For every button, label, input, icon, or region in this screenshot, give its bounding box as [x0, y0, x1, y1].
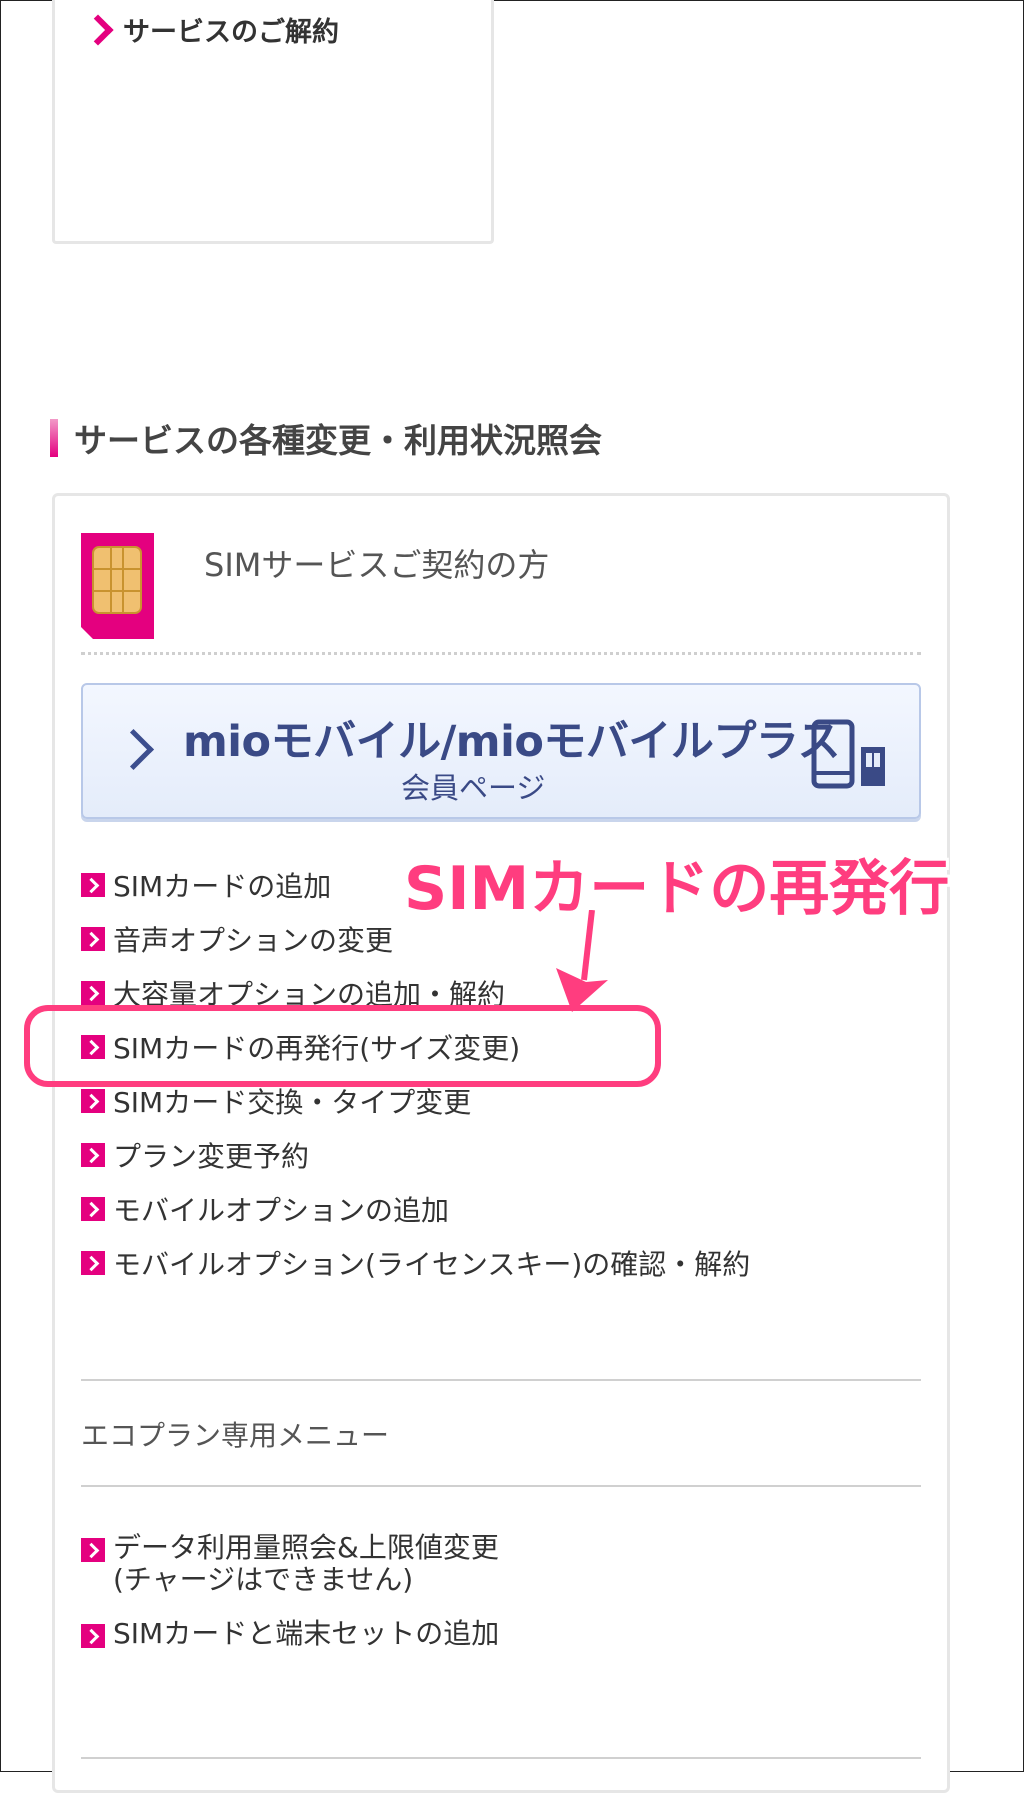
dotted-divider [81, 652, 921, 655]
eco-link-label: SIMカードと端末セットの追加 [113, 1617, 500, 1650]
arrow-box-icon [81, 1197, 105, 1221]
arrow-box-icon [81, 1089, 105, 1113]
eco-link-data-usage[interactable]: データ利用量照会&上限値変更 (チャージはできません) [81, 1532, 499, 1596]
menu-link-plan-change[interactable]: プラン変更予約 [81, 1135, 309, 1175]
menu-link-add-mobile-option[interactable]: モバイルオプションの追加 [81, 1189, 449, 1229]
eco-link-note: (チャージはできません) [113, 1563, 414, 1596]
menu-link-license-key[interactable]: モバイルオプション(ライセンスキー)の確認・解約 [81, 1243, 750, 1283]
sim-card-icon [81, 533, 154, 639]
arrow-box-icon [81, 873, 105, 897]
smartphone-sim-icon [811, 719, 885, 789]
divider [81, 1485, 921, 1487]
service-cancellation-link[interactable]: サービスのご解約 [82, 10, 339, 49]
menu-link-label: 音声オプションの変更 [113, 924, 394, 957]
member-page-subtitle: 会員ページ [401, 771, 546, 805]
menu-link-label: SIMカード交換・タイプ変更 [113, 1086, 472, 1119]
arrow-box-icon [81, 1143, 105, 1167]
member-page-title: mioモバイル/mioモバイルプラス [183, 717, 841, 767]
arrow-box-icon [81, 981, 105, 1005]
callout-label: SIMカードの再発行 [404, 854, 950, 924]
menu-link-label: モバイルオプションの追加 [113, 1194, 450, 1227]
menu-link-add-sim[interactable]: SIMカードの追加 [81, 865, 331, 905]
menu-link-label: モバイルオプション(ライセンスキー)の確認・解約 [113, 1248, 751, 1281]
member-page-button[interactable]: mioモバイル/mioモバイルプラス 会員ページ [81, 683, 921, 819]
eco-link-sim-device-set[interactable]: SIMカードと端末セットの追加 [81, 1618, 499, 1650]
divider [81, 1757, 921, 1759]
chevron-right-icon [112, 728, 155, 771]
menu-link-sim-exchange[interactable]: SIMカード交換・タイプ変更 [81, 1081, 471, 1121]
menu-link-label: プラン変更予約 [113, 1140, 310, 1173]
menu-link-label: SIMカードの追加 [113, 870, 332, 903]
arrow-box-icon [81, 927, 105, 951]
eco-link-label: データ利用量照会&上限値変更 [113, 1531, 499, 1564]
sim-service-title: SIMサービスご契約の方 [204, 546, 550, 584]
section-heading: サービスの各種変更・利用状況照会 [50, 414, 602, 462]
menu-link-voice-option[interactable]: 音声オプションの変更 [81, 919, 393, 959]
arrow-box-icon [81, 1538, 105, 1562]
section-heading-text: サービスの各種変更・利用状況照会 [74, 421, 602, 460]
chevron-right-icon [82, 13, 114, 46]
arrow-box-icon [81, 1251, 105, 1275]
eco-plan-title: エコプラン専用メニュー [81, 1419, 390, 1452]
service-cancellation-label: サービスのご解約 [123, 17, 339, 48]
divider [81, 1379, 921, 1381]
arrow-box-icon [81, 1624, 105, 1648]
cancellation-card: サービスのご解約 [52, 0, 494, 244]
highlight-box [24, 1005, 661, 1087]
heading-accent-bar [50, 419, 58, 457]
